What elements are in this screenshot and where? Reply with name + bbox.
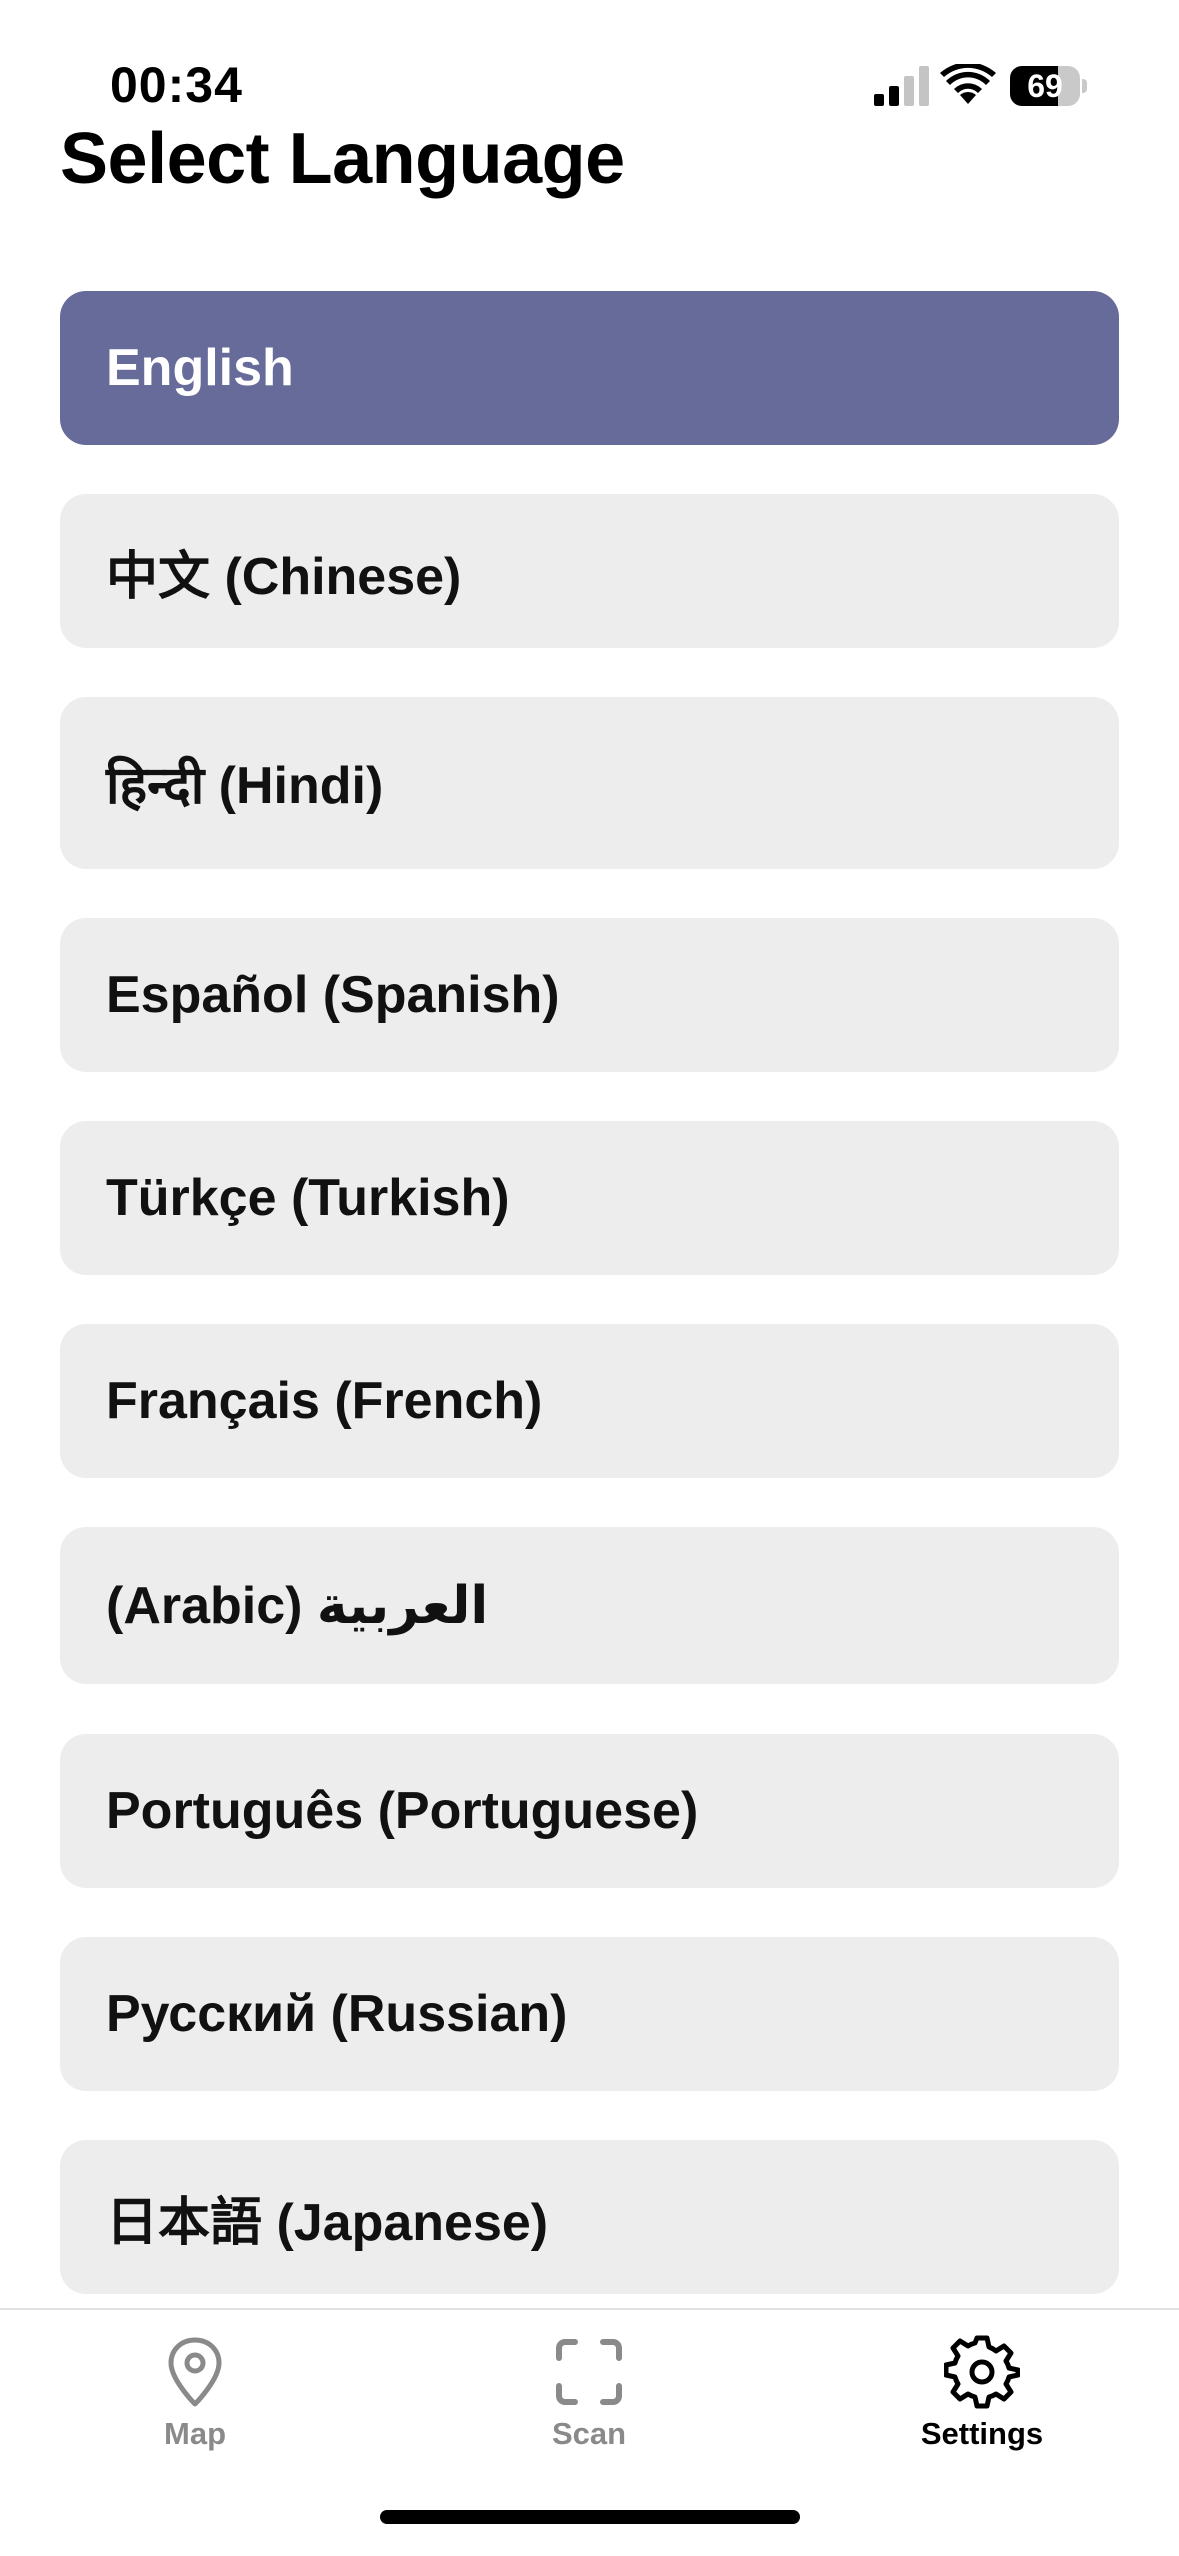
tab-scan-label: Scan bbox=[551, 2416, 627, 2451]
tab-settings[interactable]: Settings bbox=[862, 2334, 1102, 2464]
battery-indicator: 69 bbox=[1010, 66, 1087, 106]
language-option-russian[interactable]: Русский (Russian) bbox=[60, 1937, 1119, 2091]
tab-scan[interactable]: Scan bbox=[469, 2334, 709, 2464]
language-option-french[interactable]: Français (French) bbox=[60, 1324, 1119, 1478]
wifi-icon bbox=[940, 64, 996, 104]
language-option-english[interactable]: English bbox=[60, 291, 1119, 445]
gear-icon bbox=[944, 2335, 1020, 2409]
battery-level: 69 bbox=[1027, 68, 1063, 104]
cellular-signal-icon bbox=[874, 66, 929, 106]
tab-map-label: Map bbox=[164, 2416, 226, 2451]
language-option-japanese[interactable]: 日本語 (Japanese) bbox=[60, 2140, 1119, 2294]
tab-settings-label: Settings bbox=[920, 2416, 1044, 2451]
language-select-screen: 00:34 69 Select Language English 中文 (Chi… bbox=[0, 0, 1179, 2556]
status-time: 00:34 bbox=[110, 57, 243, 113]
language-option-hindi[interactable]: हिन्दी (Hindi) bbox=[60, 697, 1119, 869]
language-option-chinese[interactable]: 中文 (Chinese) bbox=[60, 494, 1119, 648]
page-title: Select Language bbox=[60, 119, 625, 199]
scan-icon bbox=[556, 2339, 622, 2405]
language-option-turkish[interactable]: Türkçe (Turkish) bbox=[60, 1121, 1119, 1275]
map-pin-icon bbox=[168, 2337, 222, 2407]
home-indicator[interactable] bbox=[380, 2510, 800, 2524]
language-option-portuguese[interactable]: Português (Portuguese) bbox=[60, 1734, 1119, 1888]
language-option-arabic[interactable]: (Arabic) العربية bbox=[60, 1527, 1119, 1684]
tab-map[interactable]: Map bbox=[75, 2334, 315, 2464]
language-option-spanish[interactable]: Español (Spanish) bbox=[60, 918, 1119, 1072]
